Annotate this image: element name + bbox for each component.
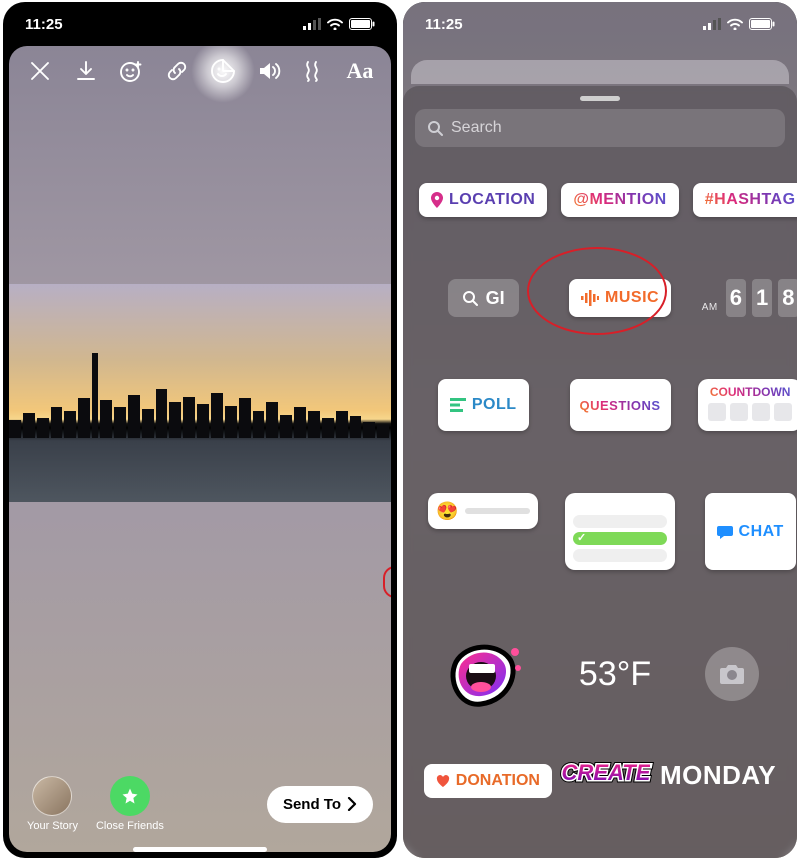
emoji-slider-sticker[interactable]: 😍 bbox=[428, 493, 538, 529]
questions-sticker[interactable]: QUESTIONS bbox=[570, 379, 671, 431]
heart-icon bbox=[436, 775, 450, 788]
story-editor-screen: 11:25 bbox=[3, 2, 397, 858]
day-sticker[interactable]: MONDAY bbox=[660, 760, 776, 791]
pin-icon bbox=[431, 192, 443, 208]
mention-sticker[interactable]: @MENTION bbox=[561, 183, 678, 217]
clock-hour: 6 bbox=[726, 279, 746, 317]
quiz-option bbox=[573, 549, 667, 562]
sticker-tray: Search LOCATION @MENTION #HASHTAG GI MUS… bbox=[403, 86, 797, 858]
send-to-label: Send To bbox=[283, 796, 341, 813]
status-icons bbox=[303, 18, 375, 30]
status-bar: 11:25 bbox=[403, 2, 797, 46]
quiz-label: QUIZ bbox=[605, 499, 635, 511]
sticker-icon[interactable] bbox=[204, 52, 242, 90]
text-icon[interactable]: Aa bbox=[341, 52, 379, 90]
hashtag-label: #HASHTAG bbox=[705, 191, 796, 209]
search-icon bbox=[427, 120, 443, 136]
mention-label: @MENTION bbox=[573, 191, 666, 209]
search-icon bbox=[462, 290, 478, 306]
star-icon bbox=[110, 776, 150, 816]
status-time: 11:25 bbox=[425, 16, 463, 33]
chat-icon bbox=[717, 524, 733, 540]
create-sticker[interactable]: CREATE CREATE CREATE bbox=[562, 760, 651, 786]
download-icon[interactable] bbox=[67, 52, 105, 90]
gif-sticker[interactable]: GI bbox=[448, 279, 519, 317]
editor-toolbar: Aa bbox=[9, 46, 391, 96]
chevron-right-icon bbox=[347, 797, 357, 811]
hashtag-sticker[interactable]: #HASHTAG bbox=[693, 183, 797, 217]
countdown-label: COUNTDOWN bbox=[708, 385, 792, 399]
wifi-icon bbox=[327, 18, 343, 30]
sticker-row-5: 53°F bbox=[403, 570, 797, 716]
chat-sticker[interactable]: CHAT bbox=[705, 493, 796, 570]
temperature-label: 53°F bbox=[579, 655, 651, 693]
mouth-sticker[interactable] bbox=[441, 632, 525, 716]
your-story-label: Your Story bbox=[27, 820, 78, 832]
close-friends-label: Close Friends bbox=[96, 820, 164, 832]
create-label: CREATE bbox=[562, 760, 651, 785]
close-friends-button[interactable]: Close Friends bbox=[96, 776, 164, 832]
heart-eyes-icon: 😍 bbox=[436, 501, 458, 522]
location-sticker[interactable]: LOCATION bbox=[419, 183, 547, 217]
clock-min2: 8 bbox=[778, 279, 797, 317]
poll-label: POLL bbox=[472, 396, 517, 414]
wifi-icon bbox=[727, 18, 743, 30]
effects-icon[interactable] bbox=[295, 52, 333, 90]
quiz-option-selected bbox=[573, 532, 667, 545]
link-icon[interactable] bbox=[158, 52, 196, 90]
share-footer: Your Story Close Friends Send To bbox=[9, 776, 391, 832]
search-placeholder: Search bbox=[451, 119, 502, 137]
questions-label: QUESTIONS bbox=[580, 398, 661, 413]
poll-icon bbox=[450, 398, 466, 412]
day-label: MONDAY bbox=[660, 760, 776, 790]
camera-sticker[interactable] bbox=[705, 647, 759, 701]
donation-label: DONATION bbox=[456, 772, 540, 790]
poll-sticker[interactable]: POLL bbox=[438, 379, 529, 431]
drag-handle[interactable] bbox=[580, 96, 620, 101]
countdown-blocks bbox=[708, 403, 792, 421]
music-label: MUSIC bbox=[605, 289, 659, 307]
home-indicator[interactable] bbox=[133, 847, 267, 852]
status-time: 11:25 bbox=[25, 16, 63, 33]
music-bars-icon bbox=[581, 290, 599, 306]
close-icon[interactable] bbox=[21, 52, 59, 90]
countdown-sticker[interactable]: COUNTDOWN bbox=[698, 379, 797, 431]
slider-track bbox=[465, 508, 531, 514]
avatar bbox=[32, 776, 72, 816]
clock-min1: 1 bbox=[752, 279, 772, 317]
annotation-hint bbox=[383, 566, 391, 598]
search-input[interactable]: Search bbox=[415, 109, 785, 147]
battery-icon bbox=[749, 18, 775, 30]
clock-sticker[interactable]: AM 6 1 8 bbox=[702, 279, 797, 317]
quiz-sticker[interactable]: QUIZ bbox=[565, 493, 675, 570]
quiz-option bbox=[573, 515, 667, 528]
signal-icon bbox=[703, 18, 721, 30]
story-photo bbox=[9, 284, 391, 502]
sticker-grid: LOCATION @MENTION #HASHTAG GI MUSIC AM 6… bbox=[403, 155, 797, 570]
sticker-row-6: DONATION CREATE CREATE CREATE MONDAY bbox=[403, 716, 797, 794]
sound-icon[interactable] bbox=[250, 52, 288, 90]
underlying-card bbox=[411, 60, 789, 84]
face-filter-icon[interactable] bbox=[112, 52, 150, 90]
battery-icon bbox=[349, 18, 375, 30]
clock-am: AM bbox=[702, 302, 718, 317]
gif-label: GI bbox=[486, 288, 505, 309]
your-story-button[interactable]: Your Story bbox=[27, 776, 78, 832]
status-icons bbox=[703, 18, 775, 30]
story-canvas: Aa bbox=[9, 46, 391, 852]
temperature-sticker[interactable]: 53°F bbox=[579, 655, 651, 694]
mouth-icon bbox=[441, 632, 525, 716]
signal-icon bbox=[303, 18, 321, 30]
sticker-tray-screen: 11:25 Search LOCATION @MENTION #HASHTAG bbox=[403, 2, 797, 858]
location-label: LOCATION bbox=[449, 191, 535, 209]
music-sticker[interactable]: MUSIC bbox=[569, 279, 671, 317]
camera-icon bbox=[719, 663, 745, 685]
send-to-button[interactable]: Send To bbox=[267, 786, 373, 823]
donation-sticker[interactable]: DONATION bbox=[424, 764, 552, 798]
chat-label: CHAT bbox=[739, 523, 784, 541]
status-bar: 11:25 bbox=[3, 2, 397, 46]
